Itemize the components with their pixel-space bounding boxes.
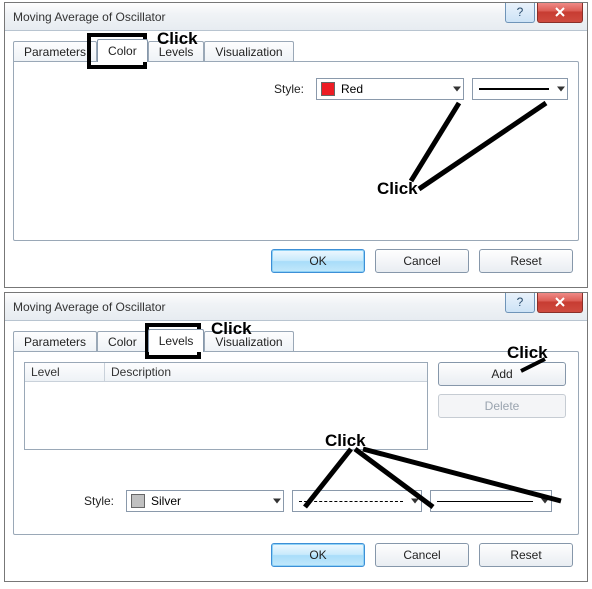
add-button[interactable]: Add <box>438 362 566 386</box>
close-icon <box>554 7 566 17</box>
chevron-down-icon <box>411 499 419 504</box>
tab-levels[interactable]: Levels <box>148 329 205 352</box>
ok-button[interactable]: OK <box>271 249 365 273</box>
color-select[interactable]: Red <box>316 78 464 100</box>
cancel-button[interactable]: Cancel <box>375 249 469 273</box>
dialog-color-tab: Moving Average of Oscillator ? Parameter… <box>4 2 588 288</box>
reset-button[interactable]: Reset <box>479 249 573 273</box>
line-style-select[interactable] <box>472 78 568 100</box>
style-label: Style: <box>84 494 114 508</box>
levels-list-wrap: Level Description Add Delete <box>24 362 568 450</box>
line-weight-select[interactable] <box>430 490 552 512</box>
tab-parameters[interactable]: Parameters <box>13 331 97 352</box>
thin-line-icon <box>437 501 533 502</box>
close-button[interactable] <box>537 3 583 23</box>
tab-levels[interactable]: Levels <box>148 41 205 62</box>
title-bar: Moving Average of Oscillator ? <box>5 293 587 321</box>
dialog-button-row: OK Cancel Reset <box>13 241 579 279</box>
help-icon: ? <box>517 5 524 19</box>
color-swatch-icon <box>131 494 145 508</box>
color-select-value: Red <box>341 82 459 96</box>
chevron-down-icon <box>453 87 461 92</box>
close-icon <box>554 297 566 307</box>
dialog-levels-tab: Moving Average of Oscillator ? Parameter… <box>4 292 588 582</box>
dialog-button-row: OK Cancel Reset <box>13 535 579 573</box>
dashed-line-icon <box>299 501 403 502</box>
help-button[interactable]: ? <box>505 293 535 313</box>
column-level[interactable]: Level <box>25 363 105 381</box>
tab-body-levels: Level Description Add Delete Style: Silv… <box>13 351 579 535</box>
close-button[interactable] <box>537 293 583 313</box>
column-description[interactable]: Description <box>105 363 427 381</box>
chevron-down-icon <box>273 499 281 504</box>
window-title: Moving Average of Oscillator <box>13 300 503 314</box>
levels-side-buttons: Add Delete <box>438 362 568 450</box>
tab-visualization[interactable]: Visualization <box>204 41 293 62</box>
tab-parameters[interactable]: Parameters <box>13 41 97 62</box>
line-pattern-select[interactable] <box>292 490 422 512</box>
chevron-down-icon <box>557 87 565 92</box>
title-bar: Moving Average of Oscillator ? <box>5 3 587 31</box>
tab-strip: Parameters Color Levels Visualization <box>13 37 579 61</box>
ok-button[interactable]: OK <box>271 543 365 567</box>
tab-color[interactable]: Color <box>97 331 148 352</box>
tab-body-color: Style: Red <box>13 61 579 241</box>
delete-button: Delete <box>438 394 566 418</box>
line-sample-icon <box>479 88 549 90</box>
chevron-down-icon <box>541 499 549 504</box>
help-button[interactable]: ? <box>505 3 535 23</box>
client-area: Parameters Color Levels Visualization Le… <box>5 321 587 581</box>
help-icon: ? <box>517 295 524 309</box>
listview-header: Level Description <box>25 363 427 382</box>
levels-listview[interactable]: Level Description <box>24 362 428 450</box>
tab-visualization[interactable]: Visualization <box>204 331 293 352</box>
tab-color[interactable]: Color <box>97 39 148 62</box>
color-select[interactable]: Silver <box>126 490 284 512</box>
cancel-button[interactable]: Cancel <box>375 543 469 567</box>
style-label: Style: <box>274 82 304 96</box>
color-swatch-icon <box>321 82 335 96</box>
color-select-value: Silver <box>151 494 279 508</box>
tab-strip: Parameters Color Levels Visualization <box>13 327 579 351</box>
reset-button[interactable]: Reset <box>479 543 573 567</box>
window-title: Moving Average of Oscillator <box>13 10 503 24</box>
client-area: Parameters Color Levels Visualization St… <box>5 31 587 287</box>
